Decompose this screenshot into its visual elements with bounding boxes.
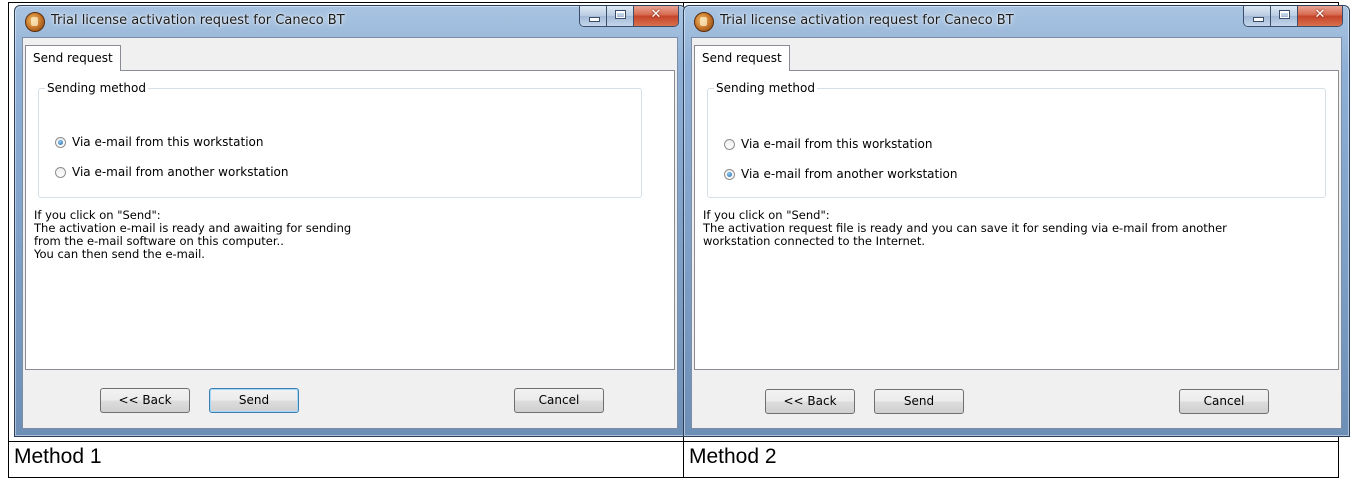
close-icon[interactable]: ✕ bbox=[634, 6, 678, 26]
option-label: Via e-mail from another workstation bbox=[741, 167, 958, 181]
group-label: Sending method bbox=[714, 81, 817, 95]
app-icon bbox=[694, 12, 714, 32]
dialog-window-method-1: Trial license activation request for Can… bbox=[14, 5, 686, 437]
title-bar[interactable]: Trial license activation request for Can… bbox=[15, 6, 685, 36]
minimize-icon[interactable] bbox=[580, 6, 607, 26]
minimize-icon[interactable] bbox=[1244, 6, 1271, 26]
caption-method-1: Method 1 bbox=[8, 441, 684, 478]
maximize-icon[interactable] bbox=[1271, 6, 1298, 26]
caption-method-2: Method 2 bbox=[683, 441, 1339, 478]
send-button[interactable]: Send bbox=[209, 388, 299, 413]
info-line: workstation connected to the Internet. bbox=[703, 234, 925, 248]
option-another-workstation[interactable]: Via e-mail from another workstation bbox=[55, 165, 289, 179]
window-controls: ✕ bbox=[1243, 6, 1343, 27]
window-title: Trial license activation request for Can… bbox=[51, 13, 345, 28]
sending-method-group: Sending method Via e-mail from this work… bbox=[38, 81, 642, 198]
send-button[interactable]: Send bbox=[874, 389, 964, 414]
tab-strip: Send request bbox=[25, 45, 675, 71]
tab-panel: Sending method Via e-mail from this work… bbox=[25, 70, 675, 370]
info-text: If you click on "Send": The activation r… bbox=[703, 209, 1330, 248]
option-label: Via e-mail from another workstation bbox=[72, 165, 289, 179]
title-bar[interactable]: Trial license activation request for Can… bbox=[684, 6, 1349, 36]
back-button[interactable]: << Back bbox=[100, 388, 190, 413]
app-icon bbox=[25, 12, 45, 32]
option-this-workstation[interactable]: Via e-mail from this workstation bbox=[724, 137, 932, 151]
option-this-workstation[interactable]: Via e-mail from this workstation bbox=[55, 135, 263, 149]
dialog-window-method-2: Trial license activation request for Can… bbox=[683, 5, 1350, 437]
window-title: Trial license activation request for Can… bbox=[720, 13, 1014, 28]
radio-unselected-icon[interactable] bbox=[724, 138, 735, 150]
dialog-client-area: Send request Sending method Via e-mail f… bbox=[22, 37, 678, 429]
sending-method-group: Sending method Via e-mail from this work… bbox=[707, 81, 1326, 198]
dialog-client-area: Send request Sending method Via e-mail f… bbox=[691, 37, 1342, 429]
group-label: Sending method bbox=[45, 81, 148, 95]
tab-send-request[interactable]: Send request bbox=[25, 45, 121, 71]
info-line: You can then send the e-mail. bbox=[34, 247, 205, 261]
option-label: Via e-mail from this workstation bbox=[72, 135, 264, 149]
radio-selected-icon[interactable] bbox=[55, 136, 66, 148]
radio-selected-icon[interactable] bbox=[724, 168, 735, 180]
tab-send-request[interactable]: Send request bbox=[694, 45, 790, 71]
window-controls: ✕ bbox=[579, 6, 679, 27]
cancel-button[interactable]: Cancel bbox=[514, 388, 604, 413]
cancel-button[interactable]: Cancel bbox=[1179, 389, 1269, 414]
button-bar: << Back Send Cancel bbox=[692, 364, 1341, 428]
button-bar: << Back Send Cancel bbox=[23, 364, 677, 428]
option-another-workstation[interactable]: Via e-mail from another workstation bbox=[724, 167, 958, 181]
info-text: If you click on "Send": The activation e… bbox=[34, 209, 666, 261]
radio-unselected-icon[interactable] bbox=[55, 166, 66, 178]
close-icon[interactable]: ✕ bbox=[1298, 6, 1342, 26]
option-label: Via e-mail from this workstation bbox=[741, 137, 933, 151]
tab-strip: Send request bbox=[694, 45, 1339, 71]
tab-panel: Sending method Via e-mail from this work… bbox=[694, 70, 1339, 370]
back-button[interactable]: << Back bbox=[765, 389, 855, 414]
maximize-icon[interactable] bbox=[607, 6, 634, 26]
